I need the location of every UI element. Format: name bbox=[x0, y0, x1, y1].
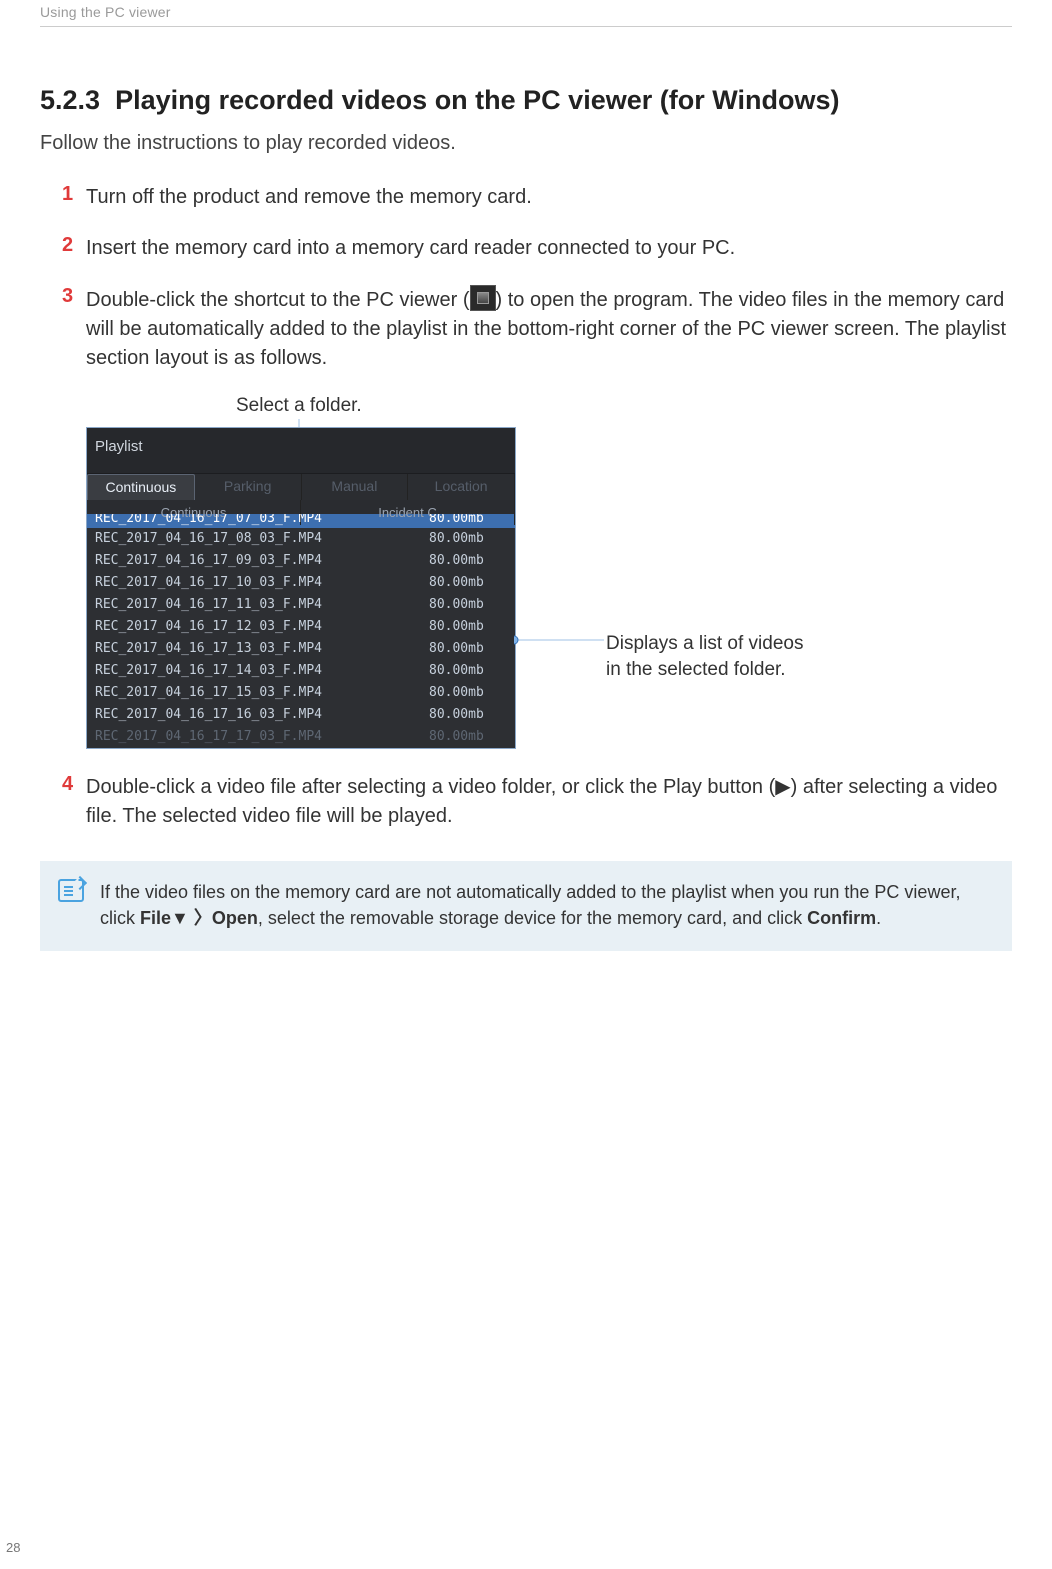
file-size: 80.00mb bbox=[429, 619, 507, 634]
file-size: 80.00mb bbox=[429, 553, 507, 568]
file-size: 80.00mb bbox=[429, 597, 507, 612]
step-list: 1 Turn off the product and remove the me… bbox=[40, 183, 1012, 373]
breadcrumb-separator-icon: 〉 bbox=[189, 908, 212, 928]
file-row[interactable]: REC_2017_04_16_17_11_03_F.MP4 80.00mb bbox=[87, 594, 515, 616]
file-name: REC_2017_04_16_17_07_03_F.MP4 bbox=[95, 514, 322, 524]
callout-select-folder: Select a folder. bbox=[236, 395, 1012, 417]
playlist-title: Playlist bbox=[87, 428, 515, 474]
file-row[interactable]: REC_2017_04_16_17_07_03_F.MP4 80.00mb bbox=[87, 514, 515, 528]
tab-continuous[interactable]: Continuous bbox=[87, 474, 195, 500]
note-confirm-button-name: Confirm bbox=[807, 908, 876, 928]
file-row[interactable]: REC_2017_04_16_17_08_03_F.MP4 80.00mb bbox=[87, 528, 515, 550]
playlist-figure: Select a folder. Displays a list of vide… bbox=[86, 395, 1012, 749]
note-text-post: . bbox=[876, 908, 881, 928]
section-title-text: Playing recorded videos on the PC viewer… bbox=[115, 85, 839, 115]
note-box: If the video files on the memory card ar… bbox=[40, 861, 1012, 951]
file-row[interactable]: REC_2017_04_16_17_15_03_F.MP4 80.00mb bbox=[87, 682, 515, 704]
file-name: REC_2017_04_16_17_12_03_F.MP4 bbox=[95, 619, 322, 634]
callout-right-line2: in the selected folder. bbox=[606, 659, 786, 680]
tab-parking[interactable]: Parking bbox=[195, 474, 302, 500]
file-name: REC_2017_04_16_17_13_03_F.MP4 bbox=[95, 641, 322, 656]
running-head: Using the PC viewer bbox=[40, 0, 1012, 27]
step-number: 1 bbox=[62, 183, 86, 206]
file-size: 80.00mb bbox=[429, 729, 507, 744]
file-row[interactable]: REC_2017_04_16_17_13_03_F.MP4 80.00mb bbox=[87, 638, 515, 660]
file-size: 80.00mb bbox=[429, 575, 507, 590]
file-row[interactable]: REC_2017_04_16_17_14_03_F.MP4 80.00mb bbox=[87, 660, 515, 682]
step-number: 3 bbox=[62, 285, 86, 308]
file-size: 80.00mb bbox=[429, 514, 507, 524]
section-number: 5.2.3 bbox=[40, 85, 100, 115]
tab-manual[interactable]: Manual bbox=[302, 474, 409, 500]
callout-file-list: Displays a list of videos in the selecte… bbox=[606, 631, 803, 682]
pc-viewer-shortcut-icon bbox=[470, 285, 496, 311]
folder-tabs: Continuous Parking Manual Location bbox=[87, 474, 515, 500]
file-name: REC_2017_04_16_17_15_03_F.MP4 bbox=[95, 685, 322, 700]
file-name: REC_2017_04_16_17_17_03_F.MP4 bbox=[95, 729, 322, 744]
file-size: 80.00mb bbox=[429, 707, 507, 722]
file-size: 80.00mb bbox=[429, 685, 507, 700]
file-size: 80.00mb bbox=[429, 663, 507, 678]
note-open-menu: Open bbox=[212, 908, 258, 928]
file-name: REC_2017_04_16_17_14_03_F.MP4 bbox=[95, 663, 322, 678]
intro-text: Follow the instructions to play recorded… bbox=[40, 132, 1012, 155]
note-text-mid: , select the removable storage device fo… bbox=[258, 908, 807, 928]
step-number: 4 bbox=[62, 773, 86, 796]
step-body: Double-click the shortcut to the PC view… bbox=[86, 285, 1012, 373]
page-number: 28 bbox=[6, 1540, 20, 1555]
step-list: 4 Double-click a video file after select… bbox=[40, 773, 1012, 831]
file-list: REC_2017_04_16_17_07_03_F.MP480.00mbREC_… bbox=[87, 525, 515, 748]
list-item: 1 Turn off the product and remove the me… bbox=[40, 183, 1012, 212]
step-body: Turn off the product and remove the memo… bbox=[86, 183, 532, 212]
playlist-panel: Playlist Continuous Parking Manual Locat… bbox=[86, 427, 516, 749]
file-name: REC_2017_04_16_17_10_03_F.MP4 bbox=[95, 575, 322, 590]
list-item: 2 Insert the memory card into a memory c… bbox=[40, 234, 1012, 263]
file-size: 80.00mb bbox=[429, 641, 507, 656]
step-body: Insert the memory card into a memory car… bbox=[86, 234, 735, 263]
callout-right-line1: Displays a list of videos bbox=[606, 633, 803, 654]
file-row[interactable]: REC_2017_04_16_17_12_03_F.MP4 80.00mb bbox=[87, 616, 515, 638]
file-row[interactable]: REC_2017_04_16_17_17_03_F.MP4 80.00mb bbox=[87, 726, 515, 748]
section-heading: 5.2.3 Playing recorded videos on the PC … bbox=[40, 85, 1012, 116]
file-row[interactable]: REC_2017_04_16_17_16_03_F.MP4 80.00mb bbox=[87, 704, 515, 726]
file-name: REC_2017_04_16_17_09_03_F.MP4 bbox=[95, 553, 322, 568]
note-file-menu: File▼ bbox=[140, 908, 189, 928]
list-item: 3 Double-click the shortcut to the PC vi… bbox=[40, 285, 1012, 373]
file-name: REC_2017_04_16_17_08_03_F.MP4 bbox=[95, 531, 322, 546]
step3-pre: Double-click the shortcut to the PC view… bbox=[86, 289, 470, 311]
list-item: 4 Double-click a video file after select… bbox=[40, 773, 1012, 831]
step-body: Double-click a video file after selectin… bbox=[86, 773, 1012, 831]
file-name: REC_2017_04_16_17_16_03_F.MP4 bbox=[95, 707, 322, 722]
file-size: 80.00mb bbox=[429, 531, 507, 546]
file-row[interactable]: REC_2017_04_16_17_09_03_F.MP4 80.00mb bbox=[87, 550, 515, 572]
file-name: REC_2017_04_16_17_11_03_F.MP4 bbox=[95, 597, 322, 612]
step-number: 2 bbox=[62, 234, 86, 257]
tab-location[interactable]: Location bbox=[408, 474, 515, 500]
note-icon bbox=[58, 879, 84, 902]
file-row[interactable]: REC_2017_04_16_17_10_03_F.MP4 80.00mb bbox=[87, 572, 515, 594]
